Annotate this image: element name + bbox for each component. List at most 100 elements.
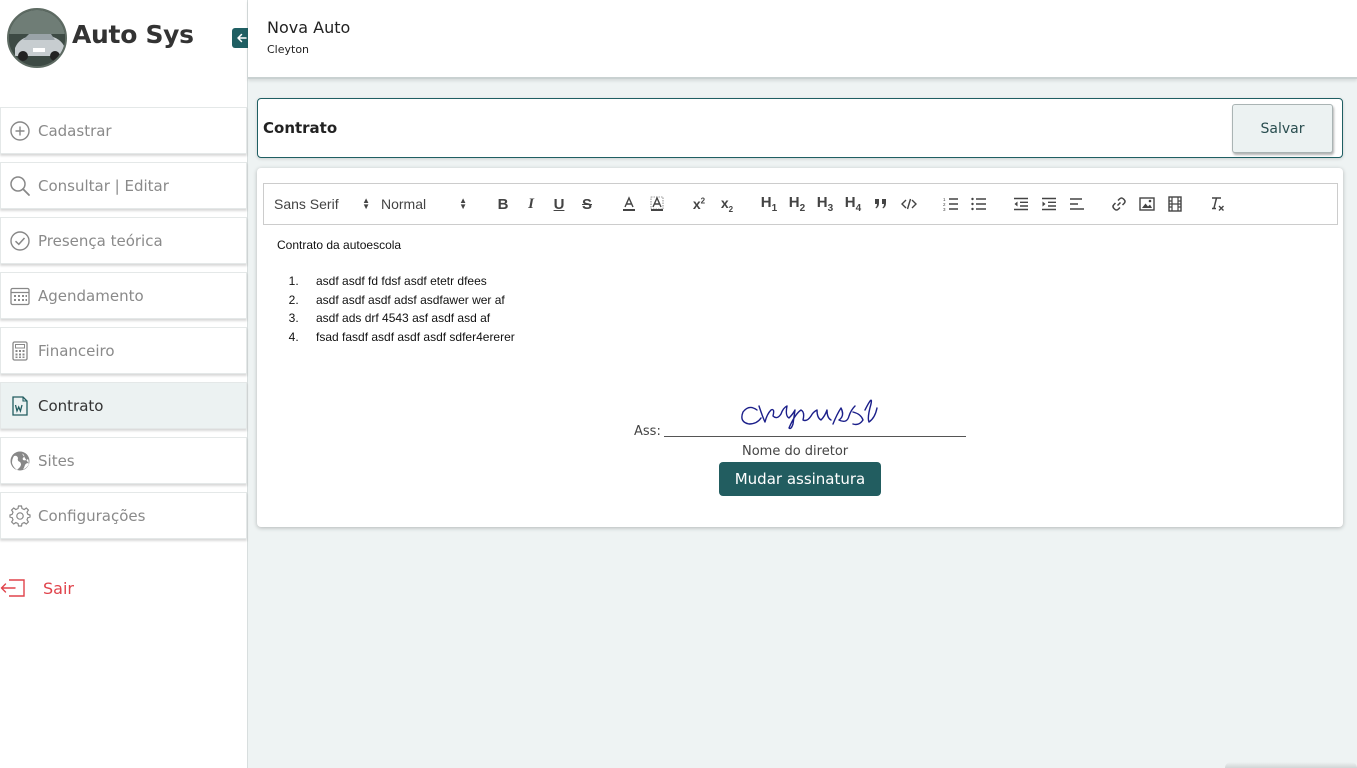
- video-icon: [1168, 196, 1182, 212]
- bullet-list-button[interactable]: [965, 192, 993, 216]
- superscript-button[interactable]: x2: [685, 192, 713, 216]
- background-color-button[interactable]: [643, 192, 671, 216]
- school-name: Nova Auto: [267, 18, 351, 37]
- video-button[interactable]: [1161, 192, 1189, 216]
- sidebar-item-consultar[interactable]: Consultar | Editar: [0, 162, 247, 209]
- plus-circle-icon: [9, 120, 31, 142]
- editor-toolbar: Sans Serif ▲ ▼ Normal ▲ ▼ B I U S x2 x2 H1…: [263, 183, 1338, 225]
- strike-button[interactable]: S: [573, 192, 601, 216]
- sidebar-item-sites[interactable]: Sites: [0, 437, 247, 484]
- globe-icon: [9, 450, 31, 472]
- sidebar-item-agendamento[interactable]: Agendamento: [0, 272, 247, 319]
- bold-button[interactable]: B: [489, 192, 517, 216]
- underline-icon: U: [553, 195, 565, 213]
- sidebar-item-contrato[interactable]: Contrato: [0, 382, 247, 429]
- signature-line: [664, 436, 966, 437]
- highlight-icon: [650, 196, 664, 211]
- heading-2-button[interactable]: H2: [783, 192, 811, 216]
- logout-button[interactable]: Sair: [0, 574, 74, 602]
- change-signature-button[interactable]: Mudar assinatura: [719, 462, 881, 496]
- arrow-left-icon: [237, 33, 247, 43]
- list-item: asdf asdf asdf adsf asdfawer wer af: [302, 291, 515, 310]
- italic-icon: I: [528, 195, 534, 212]
- list-item: asdf asdf fd fdsf asdf etetr dfees: [302, 272, 515, 291]
- check-circle-icon: [9, 230, 31, 252]
- code-block-button[interactable]: [895, 192, 923, 216]
- image-button[interactable]: [1133, 192, 1161, 216]
- heading-4-button[interactable]: H4: [839, 192, 867, 216]
- italic-button[interactable]: I: [517, 192, 545, 216]
- ordered-list-button[interactable]: 123: [937, 192, 965, 216]
- indent-icon: [1042, 197, 1056, 211]
- word-document-icon: [9, 395, 31, 417]
- calculator-icon: [9, 340, 31, 362]
- heading-1-icon: H1: [760, 194, 778, 214]
- outdent-icon: [1014, 197, 1028, 211]
- heading-1-button[interactable]: H1: [755, 192, 783, 216]
- contract-clauses-list: asdf asdf fd fdsf asdf etetr dfees asdf …: [277, 272, 515, 346]
- sidebar-item-label: Consultar | Editar: [38, 176, 169, 195]
- ordered-list-icon: 123: [943, 197, 958, 211]
- sidebar-item-label: Contrato: [38, 396, 104, 415]
- editor-content[interactable]: Contrato da autoescola asdf asdf fd fdsf…: [277, 238, 515, 346]
- sidebar-item-label: Sites: [38, 451, 75, 470]
- quote-icon: [875, 199, 886, 209]
- subscript-icon: x2: [720, 194, 734, 214]
- font-family-value: Sans Serif: [274, 196, 339, 212]
- indent-button[interactable]: [1035, 192, 1063, 216]
- clear-format-button[interactable]: [1203, 192, 1231, 216]
- font-size-select[interactable]: Normal ▲ ▼: [381, 192, 467, 216]
- align-left-icon: [1070, 198, 1084, 210]
- link-button[interactable]: [1105, 192, 1133, 216]
- outdent-button[interactable]: [1007, 192, 1035, 216]
- font-family-select[interactable]: Sans Serif ▲ ▼: [274, 192, 370, 216]
- blockquote-button[interactable]: [867, 192, 895, 216]
- bullet-list-icon: [971, 197, 986, 211]
- top-header: Nova Auto Cleyton: [248, 0, 1357, 79]
- sidebar-item-label: Cadastrar: [38, 121, 112, 140]
- underline-button[interactable]: U: [545, 192, 573, 216]
- search-icon: [9, 175, 31, 197]
- sidebar-item-configuracoes[interactable]: Configurações: [0, 492, 247, 539]
- clear-format-icon: [1212, 197, 1224, 211]
- user-name: Cleyton: [267, 43, 310, 56]
- sidebar-item-cadastrar[interactable]: Cadastrar: [0, 107, 247, 154]
- code-icon: [901, 198, 917, 210]
- align-button[interactable]: [1063, 192, 1091, 216]
- superscript-icon: x2: [692, 196, 706, 212]
- strikethrough-icon: S: [581, 195, 592, 213]
- contract-intro: Contrato da autoescola: [277, 238, 402, 252]
- signature-image: [741, 399, 878, 430]
- text-color-button[interactable]: [615, 192, 643, 216]
- subscript-button[interactable]: x2: [713, 192, 741, 216]
- heading-3-icon: H3: [816, 194, 834, 214]
- select-arrows-icon: ▲ ▼: [362, 196, 370, 211]
- save-button[interactable]: Salvar: [1232, 104, 1333, 153]
- brand-title: Auto Sys: [72, 20, 194, 49]
- decorative-shadow: [1225, 762, 1357, 768]
- gear-icon: [9, 504, 31, 527]
- sidebar-item-presenca[interactable]: Presença teórica: [0, 217, 247, 264]
- sidebar-item-label: Configurações: [38, 506, 146, 525]
- logout-label: Sair: [43, 578, 74, 598]
- heading-2-icon: H2: [788, 194, 806, 214]
- logout-icon: [0, 577, 26, 599]
- sidebar: Auto Sys Cadastrar Consultar | Editar Pr…: [0, 0, 252, 768]
- sidebar-item-label: Financeiro: [38, 341, 115, 360]
- avatar: [7, 8, 67, 68]
- list-item: fsad fasdf asdf asdf asdf sdfer4ererer: [302, 328, 515, 347]
- image-icon: [1139, 197, 1155, 211]
- director-name: Nome do diretor: [742, 444, 849, 459]
- font-size-value: Normal: [381, 196, 427, 212]
- svg-text:3: 3: [943, 207, 946, 211]
- contract-title-card: Contrato Salvar: [257, 98, 1343, 158]
- brand: Auto Sys: [0, 0, 252, 78]
- link-icon: [1112, 197, 1126, 211]
- calendar-icon: [9, 285, 31, 307]
- sidebar-item-label: Agendamento: [38, 286, 144, 305]
- heading-4-icon: H4: [844, 194, 862, 214]
- select-arrows-icon: ▲ ▼: [459, 196, 467, 211]
- page-title: Contrato: [263, 119, 338, 137]
- sidebar-item-financeiro[interactable]: Financeiro: [0, 327, 247, 374]
- heading-3-button[interactable]: H3: [811, 192, 839, 216]
